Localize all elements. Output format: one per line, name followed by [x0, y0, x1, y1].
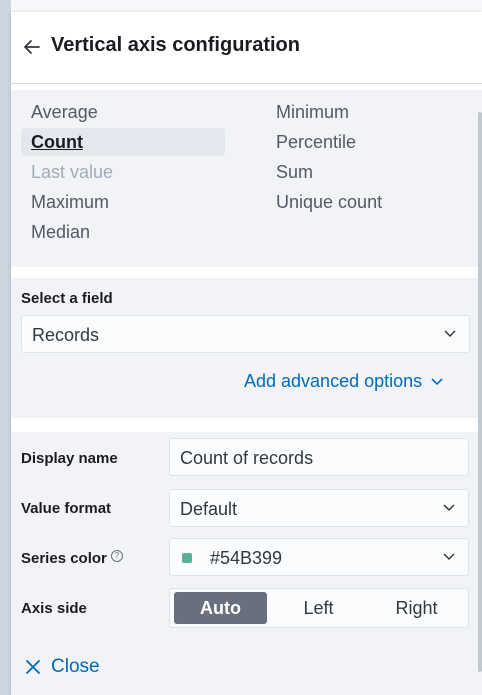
close-button[interactable]: Close — [25, 656, 100, 678]
axis-side-toggle: Auto Left Right — [169, 588, 469, 628]
axis-config-flyout: Vertical axis configuration Average Coun… — [11, 12, 482, 695]
series-color-label: Series color? — [21, 550, 123, 567]
axis-side-auto-button[interactable]: Auto — [174, 592, 267, 624]
background-panel — [0, 0, 11, 695]
arrow-left-icon[interactable] — [21, 36, 43, 58]
help-icon[interactable]: ? — [110, 550, 123, 562]
operation-count[interactable]: Count — [21, 128, 225, 156]
page-title: Vertical axis configuration — [51, 34, 300, 56]
value-format-value: Default — [180, 499, 238, 519]
operation-maximum[interactable]: Maximum — [21, 188, 119, 216]
field-select-value: Records — [32, 325, 100, 345]
axis-side-right-button[interactable]: Right — [370, 592, 463, 624]
add-advanced-options-link[interactable]: Add advanced options — [244, 371, 444, 392]
series-color-label-text: Series color — [21, 550, 107, 567]
scrollbar[interactable] — [478, 112, 482, 672]
advanced-options-label: Add advanced options — [244, 371, 423, 391]
operation-median[interactable]: Median — [21, 218, 100, 246]
operation-minimum[interactable]: Minimum — [266, 98, 359, 126]
value-format-label: Value format — [21, 500, 112, 517]
display-name-label: Display name — [21, 450, 118, 467]
select-field-label: Select a field — [21, 290, 113, 307]
axis-side-label: Axis side — [21, 600, 87, 617]
close-label: Close — [51, 656, 100, 677]
field-select[interactable]: Records — [21, 315, 470, 353]
operation-unique-count[interactable]: Unique count — [266, 188, 392, 216]
operation-sum[interactable]: Sum — [266, 158, 323, 186]
chevron-down-icon — [443, 553, 455, 561]
operation-last-value: Last value — [31, 162, 114, 182]
chevron-down-icon — [444, 330, 456, 338]
series-color-value: #54B399 — [210, 548, 283, 568]
operation-average[interactable]: Average — [21, 98, 108, 126]
chevron-down-icon — [443, 504, 455, 512]
color-swatch — [182, 553, 192, 563]
operation-list: Average Count Last value Maximum Median … — [11, 90, 482, 267]
series-color-picker[interactable]: #54B399 — [169, 538, 469, 576]
value-format-select[interactable]: Default — [169, 489, 469, 527]
close-icon — [26, 660, 40, 674]
axis-side-left-button[interactable]: Left — [272, 592, 365, 624]
display-name-input[interactable]: Count of records — [169, 438, 469, 476]
flyout-footer: Close — [11, 640, 482, 695]
chevron-down-icon — [431, 378, 443, 386]
flyout-header: Vertical axis configuration — [11, 12, 482, 84]
display-name-value: Count of records — [180, 448, 314, 468]
operation-percentile[interactable]: Percentile — [266, 128, 366, 156]
